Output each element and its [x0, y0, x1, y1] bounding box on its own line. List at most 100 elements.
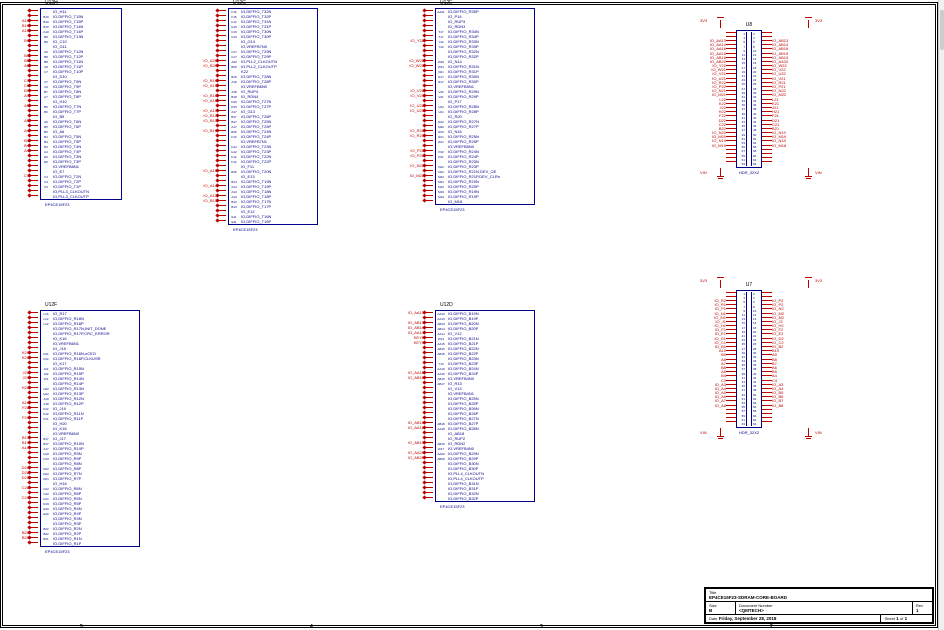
date-value: Friday, September 28, 2018: [719, 616, 777, 621]
net-label: K22: [0, 355, 30, 360]
wire: [726, 161, 736, 162]
wire: [762, 153, 772, 154]
wire: [726, 308, 736, 309]
wire: [425, 377, 433, 378]
wire: [218, 135, 226, 136]
wire: [762, 342, 772, 343]
pin-number: J22: [41, 367, 51, 371]
wire: [726, 115, 736, 116]
wire: [425, 95, 433, 96]
net-label: B9: [0, 38, 30, 43]
wire: [726, 304, 736, 305]
net-label: IO_M18: [772, 143, 798, 148]
wire: [762, 346, 772, 347]
wire: [218, 165, 226, 166]
pin-number: B17: [229, 120, 239, 124]
wire: [762, 44, 772, 45]
net-label: IO_A15: [188, 168, 218, 173]
wire: [30, 70, 38, 71]
net-label: A5: [0, 103, 30, 108]
wire: [30, 417, 38, 418]
scrollbar-thumb[interactable]: [940, 10, 944, 50]
wire: [762, 417, 772, 418]
net-label: F22: [0, 405, 30, 410]
wire: [762, 367, 772, 368]
pin-number: R22: [436, 120, 446, 124]
pin-number: U21: [436, 110, 446, 114]
pin-number: E20: [41, 512, 51, 516]
wire: [726, 380, 736, 381]
wire: [30, 332, 38, 333]
net-label: C3: [0, 173, 30, 178]
wire: [30, 80, 38, 81]
wire: [726, 384, 736, 385]
wire: [425, 362, 433, 363]
wire: [30, 342, 38, 343]
wire: [726, 78, 736, 79]
pin-number: A17: [229, 110, 239, 114]
wire: [30, 487, 38, 488]
pin-number: N22: [436, 165, 446, 169]
ground-label: VIN: [815, 430, 822, 435]
wire: [726, 140, 736, 141]
title-text: EP4CE15F23-SDRAM-CORE-BOARD: [709, 595, 787, 600]
wire: [425, 180, 433, 181]
pin-number: A13: [229, 190, 239, 194]
schematic-block-U12E: U12EIO_Y22IO_W22IO_W21IO_V22IO_V21IO_U22…: [395, 8, 535, 205]
pin-number: B4: [41, 140, 51, 144]
scrollbar-vertical[interactable]: [938, 0, 944, 630]
wire: [425, 347, 433, 348]
wire: [30, 392, 38, 393]
wire: [762, 325, 772, 326]
doc-value: <QMTECH>: [739, 608, 764, 613]
pin-number: AA16: [436, 367, 446, 371]
wire: [726, 375, 736, 376]
wire: [726, 350, 736, 351]
wire: [30, 367, 38, 368]
wire: [762, 405, 772, 406]
wire: [762, 388, 772, 389]
wire: [425, 467, 433, 468]
wire: [425, 332, 433, 333]
wire: [30, 442, 38, 443]
wire: [218, 55, 226, 56]
pin-number: B9: [41, 35, 51, 39]
schematic-block-U12F: U12FK21K22J22J21H22A18F22F21B17B17A17D22…: [0, 310, 140, 547]
wire: [726, 153, 736, 154]
wire: [218, 60, 226, 61]
net-label: IO_AB19: [395, 440, 425, 445]
net-label: D21: [0, 475, 30, 480]
wire: [30, 497, 38, 498]
wire: [762, 128, 772, 129]
pin-number: B20: [229, 65, 239, 69]
net-label: IO_B20: [188, 63, 218, 68]
net-label: F21: [0, 415, 30, 420]
pin-number: B22: [41, 527, 51, 531]
wire: [726, 300, 736, 301]
chip-body: IO_H11B10IO,DIFFIO_T15NB10IO,DIFFIO_T15P…: [40, 8, 122, 200]
wire: [425, 15, 433, 16]
pin-number: D22: [41, 472, 51, 476]
pin-number: P21: [436, 155, 446, 159]
pin-number: C6: [41, 85, 51, 89]
wire: [762, 375, 772, 376]
wire: [726, 65, 736, 66]
pin-number: J22: [41, 372, 51, 376]
header-block-U7: U73V33V3IO_R2IO_R1IO_P1IO_N1IO_M1IO_J1IO…: [700, 290, 798, 428]
wire: [30, 185, 38, 186]
wire: [30, 507, 38, 508]
pin-number: V21: [436, 95, 446, 99]
net-label: IO_B17: [188, 118, 218, 123]
pin-name: IO,DIFFIO_B32P: [446, 496, 478, 501]
pin-number: C7: [41, 70, 51, 74]
net-label: IO_M22: [395, 173, 425, 178]
pin-number: B13: [229, 205, 239, 209]
wire: [218, 30, 226, 31]
wire: [762, 53, 772, 54]
wire: [30, 35, 38, 36]
wire: [218, 195, 226, 196]
wire: [762, 65, 772, 66]
wire: [218, 10, 226, 11]
wire: [218, 190, 226, 191]
wire: [762, 157, 772, 158]
